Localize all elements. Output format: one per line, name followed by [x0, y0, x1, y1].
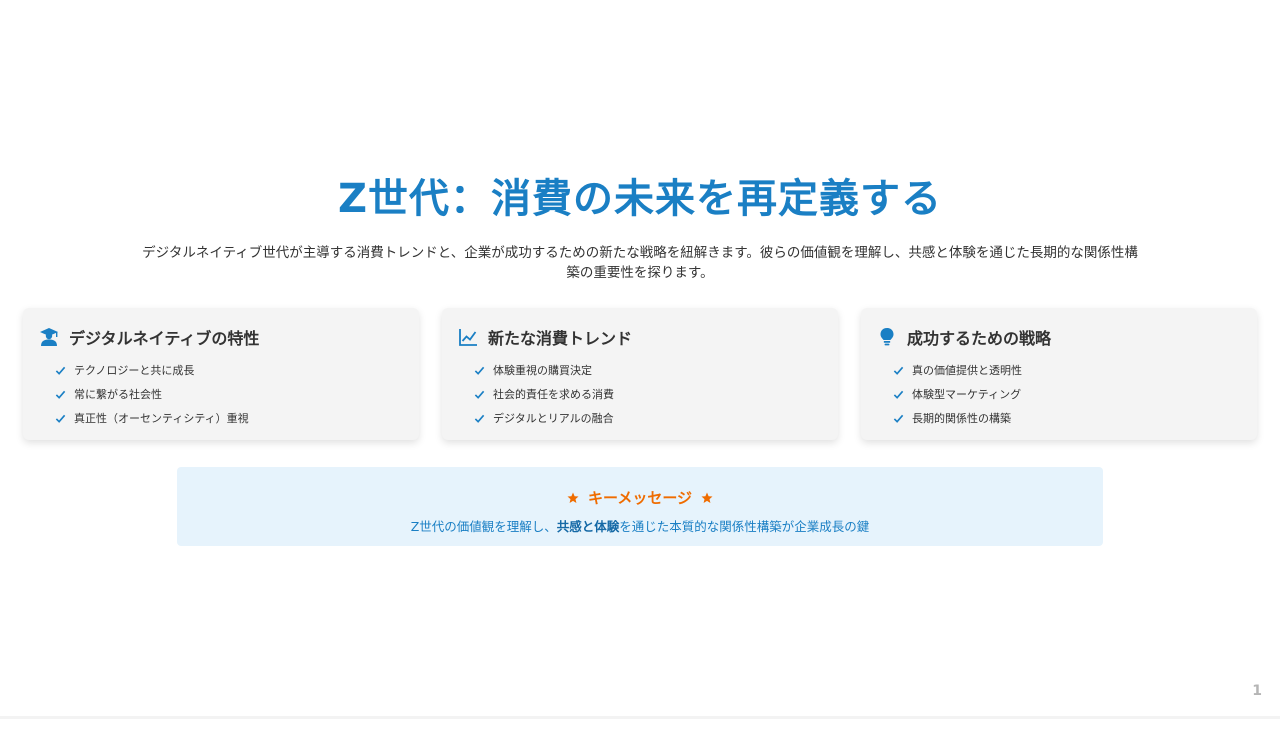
list-item-label: 社会的責任を求める消費	[493, 388, 614, 401]
check-icon	[474, 390, 485, 399]
graduate-icon	[39, 327, 59, 347]
check-icon	[893, 366, 904, 375]
page-subtitle: デジタルネイティブ世代が主導する消費トレンドと、企業が成功するための新たな戦略を…	[142, 245, 1138, 281]
check-icon	[55, 414, 66, 423]
list-item-label: 常に繋がる社会性	[74, 388, 162, 401]
key-message-box: キーメッセージ Z世代の価値観を理解し、共感と体験を通じた本質的な関係性構築が企…	[177, 467, 1103, 546]
card-list: 真の価値提供と透明性 体験型マーケティング 長期的関係性の構築	[877, 358, 1241, 430]
card-title: 新たな消費トレンド	[488, 329, 633, 348]
list-item: 長期的関係性の構築	[893, 406, 1241, 430]
list-item-label: 真正性（オーセンティシティ）重視	[74, 412, 249, 425]
key-message-header: キーメッセージ	[177, 487, 1103, 508]
list-item: 体験型マーケティング	[893, 382, 1241, 406]
key-message-text-before: Z世代の価値観を理解し、	[410, 519, 557, 534]
bottom-divider	[0, 716, 1280, 719]
list-item-label: テクノロジーと共に成長	[74, 364, 195, 377]
card-title: デジタルネイティブの特性	[69, 329, 260, 348]
key-message-text-after: を通じた本質的な関係性構築が企業成長の鍵	[619, 519, 870, 534]
star-icon	[567, 492, 579, 503]
list-item-label: 体験型マーケティング	[912, 388, 1022, 401]
list-item-label: 真の価値提供と透明性	[912, 364, 1022, 377]
card-consumption-trends: 新たな消費トレンド 体験重視の購買決定 社会的責任を求める消費 デジタルとリアル…	[442, 308, 838, 440]
check-icon	[893, 390, 904, 399]
card-header: 成功するための戦略	[877, 324, 1241, 350]
check-icon	[55, 390, 66, 399]
list-item: 真正性（オーセンティシティ）重視	[55, 406, 403, 430]
card-success-strategies: 成功するための戦略 真の価値提供と透明性 体験型マーケティング 長期的関係性の構…	[861, 308, 1257, 440]
key-message-text: Z世代の価値観を理解し、共感と体験を通じた本質的な関係性構築が企業成長の鍵	[177, 516, 1103, 535]
star-icon	[701, 492, 713, 503]
list-item: 体験重視の購買決定	[474, 358, 822, 382]
page-number: 1	[1252, 683, 1262, 699]
list-item: 社会的責任を求める消費	[474, 382, 822, 406]
card-list: テクノロジーと共に成長 常に繋がる社会性 真正性（オーセンティシティ）重視	[39, 358, 403, 430]
slide: Z世代：消費の未来を再定義する デジタルネイティブ世代が主導する消費トレンドと、…	[0, 0, 1280, 738]
check-icon	[893, 414, 904, 423]
list-item-label: デジタルとリアルの融合	[493, 412, 614, 425]
list-item: 常に繋がる社会性	[55, 382, 403, 406]
list-item-label: 体験重視の購買決定	[493, 364, 592, 377]
card-digital-native: デジタルネイティブの特性 テクノロジーと共に成長 常に繋がる社会性 真正性（オー…	[23, 308, 419, 440]
check-icon	[474, 366, 485, 375]
card-header: 新たな消費トレンド	[458, 324, 822, 350]
page-title: Z世代：消費の未来を再定義する	[337, 176, 942, 222]
line-chart-icon	[458, 327, 478, 347]
card-title: 成功するための戦略	[907, 329, 1052, 348]
list-item: テクノロジーと共に成長	[55, 358, 403, 382]
key-message-emphasis: 共感と体験	[556, 519, 620, 534]
list-item-label: 長期的関係性の構築	[912, 412, 1011, 425]
lightbulb-icon	[877, 327, 897, 347]
key-message-heading: キーメッセージ	[587, 489, 693, 507]
list-item: デジタルとリアルの融合	[474, 406, 822, 430]
cards-row: デジタルネイティブの特性 テクノロジーと共に成長 常に繋がる社会性 真正性（オー…	[23, 308, 1257, 440]
card-header: デジタルネイティブの特性	[39, 324, 403, 350]
card-list: 体験重視の購買決定 社会的責任を求める消費 デジタルとリアルの融合	[458, 358, 822, 430]
check-icon	[55, 366, 66, 375]
check-icon	[474, 414, 485, 423]
list-item: 真の価値提供と透明性	[893, 358, 1241, 382]
